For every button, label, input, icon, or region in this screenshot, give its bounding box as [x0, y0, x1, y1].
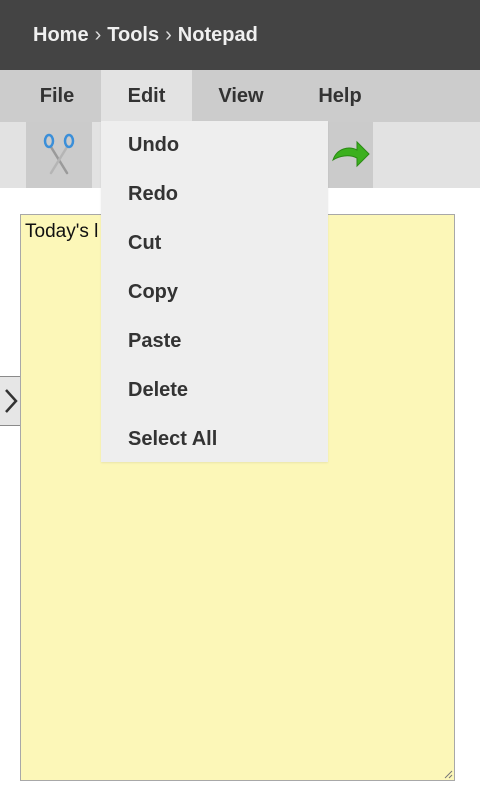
breadcrumb: Home › Tools › Notepad: [0, 0, 480, 70]
scissors-icon: [43, 133, 75, 175]
menu-edit[interactable]: Edit: [101, 70, 192, 122]
menu-item-select-all[interactable]: Select All: [101, 415, 328, 464]
breadcrumb-notepad: Notepad: [177, 23, 258, 46]
menu-item-paste[interactable]: Paste: [101, 317, 328, 366]
breadcrumb-separator: ›: [165, 23, 172, 46]
breadcrumb-tools[interactable]: Tools: [107, 24, 159, 47]
notepad-text: Today's l: [25, 221, 99, 242]
menu-view[interactable]: View: [200, 70, 282, 122]
edit-dropdown-menu: Undo Redo Cut Copy Paste Delete Select A…: [101, 121, 328, 462]
cut-button[interactable]: [26, 122, 92, 188]
menu-item-copy[interactable]: Copy: [101, 268, 328, 317]
redo-button[interactable]: [328, 122, 373, 188]
breadcrumb-separator: ›: [94, 23, 102, 46]
notepad-page: Home › Tools › Notepad File Edit View He…: [0, 0, 480, 800]
redo-arrow-icon: [331, 140, 370, 168]
chevron-right-icon: [4, 389, 18, 413]
resize-grip-icon[interactable]: [443, 769, 453, 779]
menu-bar: File Edit View Help: [0, 70, 480, 122]
menu-help[interactable]: Help: [300, 70, 380, 122]
menu-item-undo[interactable]: Undo: [101, 121, 328, 170]
menu-item-delete[interactable]: Delete: [101, 366, 328, 415]
breadcrumb-home[interactable]: Home: [33, 24, 89, 47]
menu-file[interactable]: File: [22, 70, 92, 122]
menu-item-cut[interactable]: Cut: [101, 219, 328, 268]
menu-item-redo[interactable]: Redo: [101, 170, 328, 219]
